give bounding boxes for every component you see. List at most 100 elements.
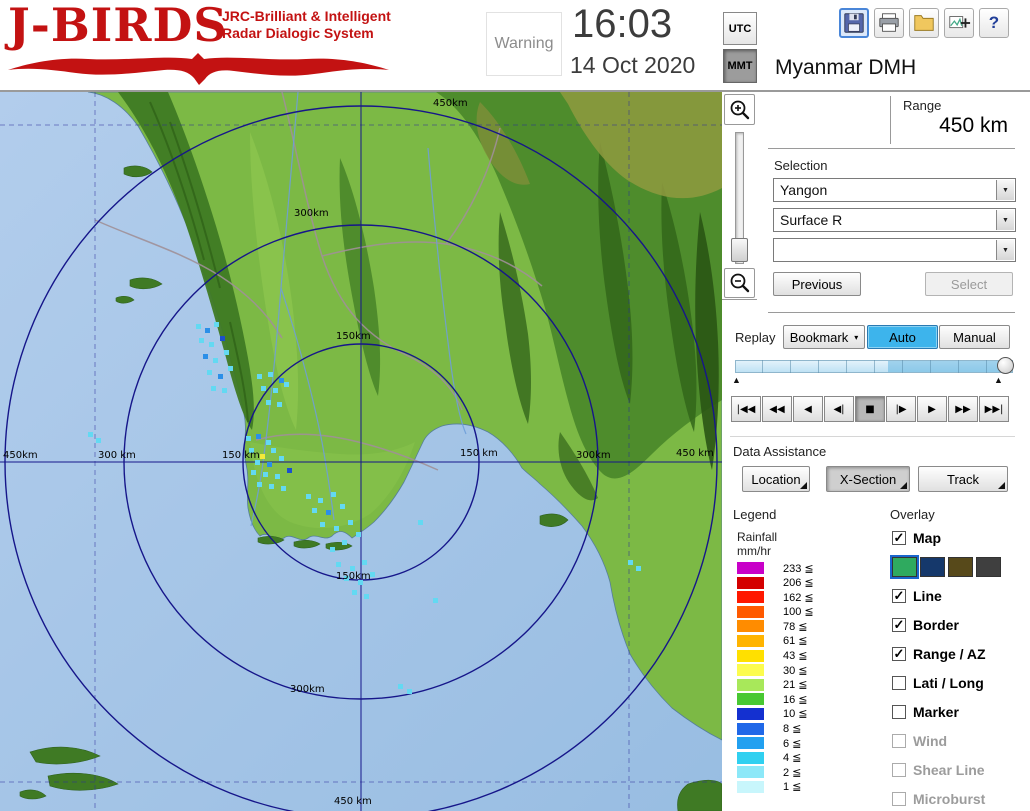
overlay-item-label: Line [913, 588, 942, 604]
legend-color-swatch [737, 649, 764, 662]
playback-play-reverse-button[interactable]: ◀ [793, 396, 823, 422]
zoom-slider-thumb[interactable] [731, 238, 748, 262]
legend-entry: 43 ≦ [737, 649, 814, 662]
legend-value: 6 ≦ [783, 737, 802, 750]
playback-controls: |◀◀ ◀◀ ◀ ◀| ■ |▶ ▶ ▶▶ ▶▶| [731, 396, 1009, 422]
playback-fast-forward-button[interactable]: ▶▶ [948, 396, 978, 422]
precip-echo [340, 504, 345, 509]
overlay-checkbox-border[interactable]: ✓ Border [892, 615, 1028, 635]
xsection-button-label: X-Section [839, 471, 897, 487]
precip-echo [306, 494, 311, 499]
precip-echo [196, 324, 201, 329]
site-dropdown[interactable]: Yangon ▼ [773, 178, 1016, 202]
zoom-out-button[interactable] [724, 268, 755, 298]
track-button[interactable]: Track [918, 466, 1008, 492]
precip-echo [628, 560, 633, 565]
zoom-in-icon [730, 100, 749, 119]
precip-echo [269, 484, 274, 489]
precip-echo [228, 366, 233, 371]
print-icon [879, 13, 899, 32]
precip-echo [267, 462, 272, 467]
overlay-item-label: Marker [913, 704, 959, 720]
legend-color-swatch [737, 576, 764, 589]
precip-echo [318, 498, 323, 503]
location-button[interactable]: Location [742, 466, 810, 492]
legend-value: 162 ≦ [783, 591, 814, 604]
playback-last-button[interactable]: ▶▶| [979, 396, 1009, 422]
legend-value: 8 ≦ [783, 723, 802, 736]
map-style-swatch-2[interactable] [920, 557, 945, 577]
chevron-down-icon[interactable]: ▼ [996, 210, 1014, 230]
range-ring-label: 450km [433, 98, 468, 109]
playback-play-button[interactable]: ▶ [917, 396, 947, 422]
print-button[interactable] [874, 8, 904, 38]
map-style-swatch-4[interactable] [976, 557, 1001, 577]
auto-mode-button[interactable]: Auto [867, 325, 938, 349]
add-image-icon [949, 16, 971, 29]
chevron-down-icon[interactable]: ▼ [996, 180, 1014, 200]
legend-unit-line2: mm/hr [737, 544, 771, 558]
playback-step-forward-button[interactable]: |▶ [886, 396, 916, 422]
chevron-down-icon[interactable]: ▼ [996, 240, 1014, 260]
precip-echo [266, 400, 271, 405]
location-button-label: Location [751, 471, 801, 487]
radar-map[interactable]: 450km 300km 150km 150km 300km 450 km 450km 300 … [0, 92, 722, 811]
overlay-item-label: Microburst [913, 791, 986, 807]
overlay-checkbox-microburst[interactable]: ✓ Microburst [892, 789, 1028, 809]
legend-value: 10 ≦ [783, 708, 808, 721]
product-dropdown[interactable]: Surface R ▼ [773, 208, 1016, 232]
playback-stop-button[interactable]: ■ [855, 396, 885, 422]
legend-value: 4 ≦ [783, 752, 802, 765]
overlay-item-label: Wind [913, 733, 948, 749]
option-dropdown[interactable]: ▼ [773, 238, 1016, 262]
overlay-checkbox-shear-line[interactable]: ✓ Shear Line [892, 760, 1028, 780]
legend-color-swatch [737, 605, 764, 618]
manual-mode-button[interactable]: Manual [939, 325, 1010, 349]
overlay-checkbox-wind[interactable]: ✓ Wind [892, 731, 1028, 751]
overlay-checkbox-range-az[interactable]: ✓ Range / AZ [892, 644, 1028, 664]
timeline-thumb[interactable] [997, 357, 1014, 374]
precip-echo [214, 322, 219, 327]
legend-color-swatch [737, 766, 764, 779]
previous-button[interactable]: Previous [773, 272, 861, 296]
corner-triangle-icon [998, 482, 1005, 489]
zoom-in-button[interactable] [724, 94, 755, 125]
overlay-checkbox-map[interactable]: ✓ Map [892, 528, 1028, 548]
playback-first-button[interactable]: |◀◀ [731, 396, 761, 422]
legend-entry: 100 ≦ [737, 605, 814, 618]
bookmark-button[interactable]: Bookmark ▾ [783, 325, 865, 349]
timeline-end-marker[interactable]: ▲ [994, 375, 1003, 385]
open-folder-button[interactable] [909, 8, 939, 38]
site-dropdown-value: Yangon [780, 182, 828, 198]
map-style-swatch-1[interactable] [890, 555, 919, 579]
timezone-mmt-button[interactable]: MMT [723, 49, 757, 83]
radar-map-area: 450km 300km 150km 150km 300km 450 km 450km 300 … [0, 92, 722, 811]
open-folder-icon [914, 15, 934, 31]
map-style-swatch-3[interactable] [948, 557, 973, 577]
timezone-utc-button[interactable]: UTC [723, 12, 757, 45]
range-ring-label: 450 km [334, 796, 372, 807]
playback-fast-rewind-button[interactable]: ◀◀ [762, 396, 792, 422]
replay-timeline[interactable] [735, 357, 1014, 374]
timeline-start-marker[interactable]: ▲ [732, 375, 741, 385]
warning-status[interactable]: Warning [486, 12, 562, 76]
legend-entry: 10 ≦ [737, 707, 814, 721]
save-button[interactable] [839, 8, 869, 38]
checkbox-icon: ✓ [892, 676, 906, 690]
legend-color-swatch [737, 722, 764, 735]
checkbox-icon: ✓ [892, 705, 906, 719]
add-image-button[interactable] [944, 8, 974, 38]
overlay-checkbox-lati-long[interactable]: ✓ Lati / Long [892, 673, 1028, 693]
bookmark-button-label: Bookmark [789, 329, 849, 345]
select-button[interactable]: Select [925, 272, 1013, 296]
xsection-button[interactable]: X-Section [826, 466, 910, 492]
overlay-checkbox-marker[interactable]: ✓ Marker [892, 702, 1028, 722]
overlay-list: ✓ Map ✓ Line ✓ Border ✓ Range / AZ Lati … [890, 528, 1028, 809]
checkbox-icon: ✓ [892, 530, 906, 545]
precip-echo [352, 590, 357, 595]
help-button[interactable]: ? [979, 8, 1009, 38]
playback-step-back-button[interactable]: ◀| [824, 396, 854, 422]
overlay-checkbox-line[interactable]: ✓ Line [892, 586, 1028, 606]
legend-entry: 78 ≦ [737, 620, 814, 633]
range-ring-label: 150km [336, 571, 371, 582]
